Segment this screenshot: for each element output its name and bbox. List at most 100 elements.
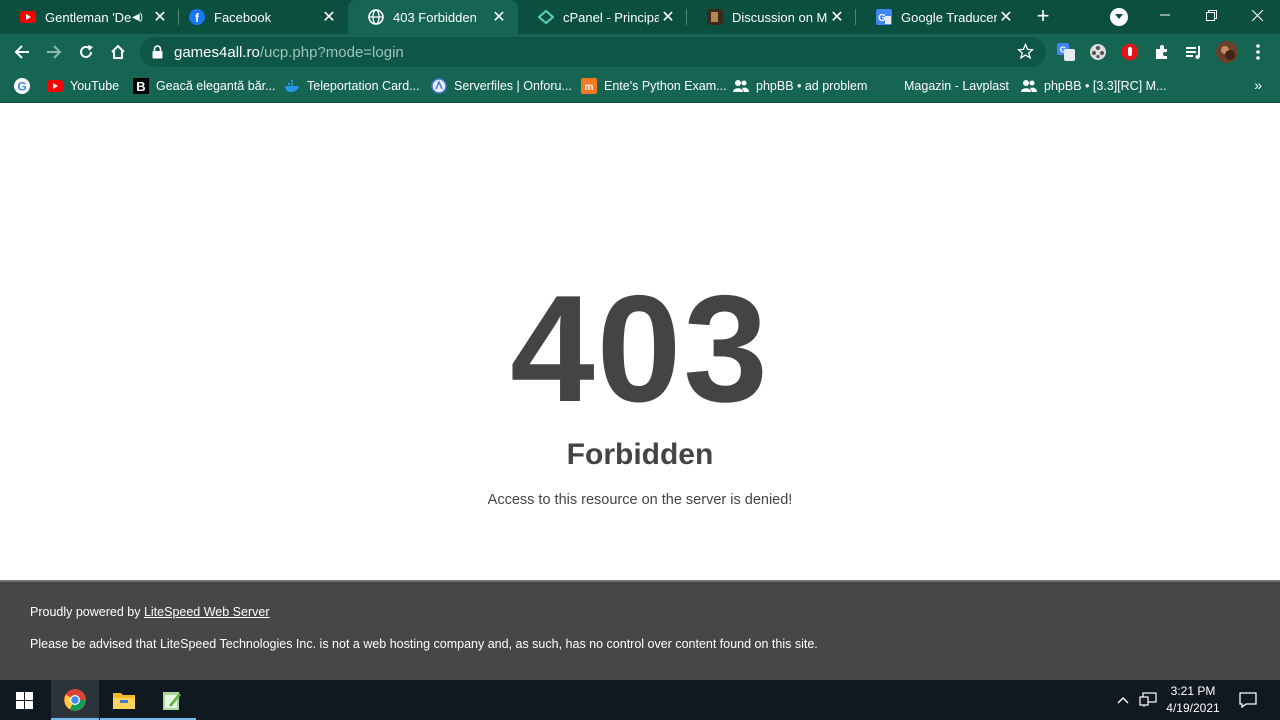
litespeed-link[interactable]: LiteSpeed Web Server [144, 605, 270, 619]
tab-2-active[interactable]: 403 Forbidden ✕ [348, 0, 518, 34]
browser-toolbar: games4all.ro/ucp.php?mode=login G [0, 34, 1280, 70]
docker-icon [284, 78, 300, 94]
google-translate-extension-icon[interactable]: G [1056, 42, 1076, 62]
notepad-icon[interactable] [148, 680, 196, 720]
windows-taskbar: 3:21 PM 4/19/2021 [0, 680, 1280, 720]
bookmarks-bar: G YouTube B Geacă elegantă băr... Telepo… [0, 70, 1280, 103]
tab-strip: Gentleman 'De ◀) ✕ f Facebook ✕ 403 Forb… [0, 0, 1280, 34]
tab-search-chevron-icon[interactable] [1110, 8, 1128, 26]
svg-text:m: m [585, 82, 594, 93]
tab-0[interactable]: Gentleman 'De ◀) ✕ [0, 0, 179, 34]
bookmark-label: Teleportation Card... [307, 79, 420, 93]
tab-title: Facebook [214, 9, 272, 25]
users-icon [1021, 78, 1037, 94]
tab-title: Discussion on Milk [732, 9, 828, 25]
reload-icon[interactable] [72, 38, 100, 66]
forum-icon [707, 9, 723, 25]
profile-avatar[interactable] [1216, 41, 1238, 63]
serverfiles-icon [431, 78, 447, 94]
menu-kebab-icon[interactable] [1248, 42, 1268, 62]
bookmark-phpbb-rc[interactable]: phpBB • [3.3][RC] M... [1021, 75, 1166, 97]
tab-title: Gentleman 'De [45, 9, 132, 25]
bookmark-star-icon[interactable] [1016, 42, 1035, 65]
chrome-icon[interactable] [51, 680, 99, 720]
mi-icon: m [581, 78, 597, 94]
bookmark-label: Ente's Python Exam... [604, 79, 727, 93]
bookmark-label: phpBB • [3.3][RC] M... [1044, 79, 1167, 93]
tab-close-icon[interactable]: ✕ [320, 8, 338, 26]
svg-text:G: G [17, 80, 26, 94]
facebook-icon: f [189, 9, 205, 25]
lock-icon[interactable] [152, 45, 163, 64]
clock-time: 3:21 PM [1170, 684, 1216, 698]
new-tab-plus-icon[interactable]: + [1031, 5, 1055, 29]
tab-title: 403 Forbidden [393, 9, 477, 25]
reading-list-icon[interactable] [1184, 42, 1204, 62]
b-brand-icon: B [133, 78, 149, 94]
server-footer: Proudly powered by LiteSpeed Web Server … [0, 580, 1280, 680]
tab-close-icon[interactable]: ✕ [151, 8, 169, 26]
tab-close-icon[interactable]: ✕ [828, 8, 846, 26]
bookmarks-overflow-chevron-icon[interactable]: » [1254, 77, 1262, 93]
extensions-puzzle-icon[interactable] [1152, 42, 1172, 62]
tab-close-icon[interactable]: ✕ [997, 8, 1015, 26]
bookmark-label: phpBB • ad problem [756, 79, 868, 93]
tab-3[interactable]: cPanel - Principal ✕ [518, 0, 687, 34]
bookmark-google[interactable]: G [14, 75, 30, 97]
file-explorer-icon[interactable] [100, 680, 148, 720]
tab-close-icon[interactable]: ✕ [490, 8, 508, 26]
bookmark-geaca[interactable]: B Geacă elegantă băr... [133, 75, 276, 97]
window-close-icon[interactable] [1234, 0, 1280, 30]
bookmark-youtube[interactable]: YouTube [47, 75, 119, 97]
url-path: /ucp.php?mode=login [259, 44, 404, 61]
translate-icon: G [876, 9, 892, 25]
audio-icon[interactable]: ◀) [132, 12, 143, 23]
clock-date: 4/19/2021 [1166, 701, 1220, 715]
tab-title: Google Traducere [901, 9, 997, 25]
bookmark-serverfiles[interactable]: Serverfiles | Onforu... [431, 75, 572, 97]
taskbar-clock[interactable]: 3:21 PM 4/19/2021 [1158, 683, 1228, 717]
google-icon: G [14, 78, 30, 94]
hosting-notice: Please be advised that LiteSpeed Technol… [30, 637, 818, 651]
svg-text:G: G [878, 13, 886, 24]
forward-arrow-icon[interactable] [40, 38, 68, 66]
error-message: Access to this resource on the server is… [487, 492, 793, 508]
globe-icon [368, 9, 384, 25]
adblock-extension-icon[interactable] [1120, 42, 1140, 62]
youtube-icon [47, 78, 63, 94]
bookmark-phpbb-ad[interactable]: phpBB • ad problem [733, 75, 867, 97]
error-heading: Forbidden [566, 438, 714, 471]
bookmark-ente-python[interactable]: m Ente's Python Exam... [581, 75, 727, 97]
bookmark-label: Geacă elegantă băr... [156, 79, 276, 93]
show-hidden-icons-chevron-icon[interactable] [1112, 680, 1134, 720]
powered-by-line: Proudly powered by LiteSpeed Web Server [30, 605, 270, 619]
tab-close-icon[interactable]: ✕ [659, 8, 677, 26]
cpanel-icon [538, 9, 554, 25]
minimize-icon[interactable] [1142, 0, 1188, 30]
bookmark-label: Serverfiles | Onforu... [454, 79, 572, 93]
users-icon [733, 78, 749, 94]
tab-5[interactable]: G Google Traducere ✕ [856, 0, 1025, 34]
network-monitor-icon[interactable] [1136, 680, 1160, 720]
restore-icon[interactable] [1188, 0, 1234, 30]
youtube-icon [20, 9, 36, 25]
address-bar[interactable]: games4all.ro/ucp.php?mode=login [140, 37, 1046, 67]
tab-title: cPanel - Principal [563, 9, 659, 25]
notifications-icon[interactable] [1234, 680, 1262, 720]
tab-4[interactable]: Discussion on Milk ✕ [687, 0, 856, 34]
powered-by-prefix: Proudly powered by [30, 605, 144, 619]
error-code: 403 [510, 264, 770, 434]
tab-1[interactable]: f Facebook ✕ [169, 0, 348, 34]
page-content: 403 Forbidden Access to this resource on… [0, 103, 1280, 580]
back-arrow-icon[interactable] [8, 38, 36, 66]
bookmark-teleportation[interactable]: Teleportation Card... [284, 75, 420, 97]
url-text: games4all.ro/ucp.php?mode=login [174, 44, 404, 61]
home-icon[interactable] [104, 38, 132, 66]
bookmark-magazin-lavplast[interactable]: Magazin - Lavplast [904, 75, 1009, 97]
bookmark-label: YouTube [70, 79, 120, 93]
bookmark-label: Magazin - Lavplast [904, 79, 1009, 93]
svg-text:B: B [136, 79, 145, 94]
windows-start-icon[interactable] [0, 680, 48, 720]
film-reel-extension-icon[interactable] [1088, 42, 1108, 62]
url-host: games4all.ro [174, 44, 260, 61]
